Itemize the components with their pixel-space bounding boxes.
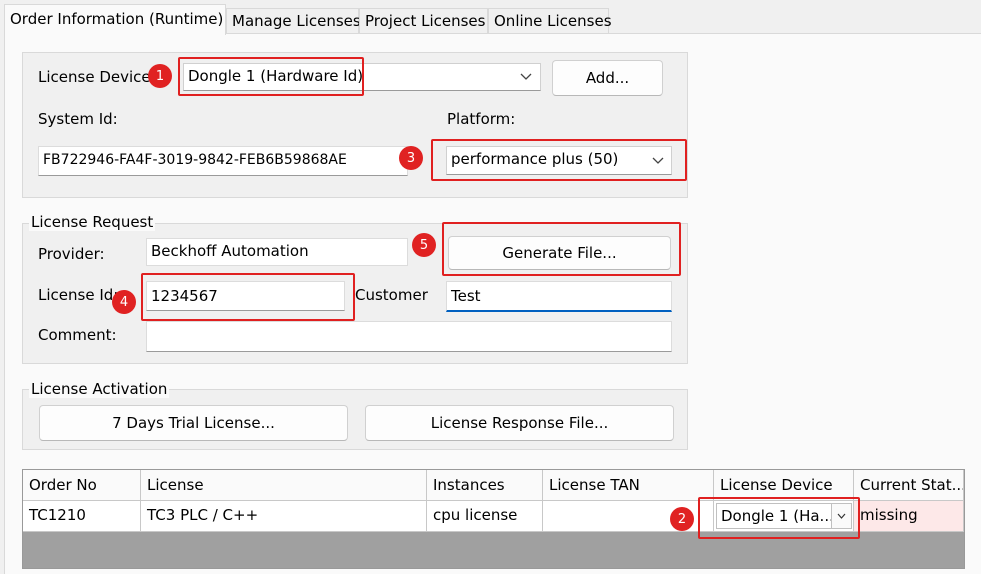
comment-label: Comment:	[38, 326, 117, 344]
step-badge-3: 3	[399, 146, 423, 170]
tab-online-licenses[interactable]: Online Licenses	[488, 8, 612, 34]
column-header-license-tan[interactable]: License TAN	[543, 470, 714, 501]
trial-license-button[interactable]: 7 Days Trial License...	[39, 405, 348, 441]
highlight-box-5	[442, 222, 681, 276]
customer-field[interactable]: Test	[446, 281, 672, 312]
column-header-current-status[interactable]: Current Stat...	[854, 470, 964, 501]
step-badge-1: 1	[148, 64, 172, 88]
step-badge-4: 4	[112, 290, 136, 314]
license-response-file-button[interactable]: License Response File...	[365, 405, 674, 441]
highlight-box-4	[141, 273, 355, 321]
table-cell-license[interactable]: TC3 PLC / C++	[141, 501, 427, 532]
tab-bar: Order Information (Runtime) Manage Licen…	[0, 0, 981, 35]
system-id-label: System Id:	[38, 110, 118, 128]
platform-label: Platform:	[447, 110, 516, 128]
customer-label: Customer	[355, 286, 428, 304]
license-activation-title: License Activation	[29, 380, 170, 398]
highlight-box-2	[698, 497, 860, 539]
table-cell-current-status[interactable]: missing	[854, 501, 964, 532]
license-request-title: License Request	[29, 213, 156, 231]
add-button[interactable]: Add...	[552, 60, 663, 96]
tab-order-information[interactable]: Order Information (Runtime)	[4, 4, 226, 35]
column-header-license[interactable]: License	[141, 470, 427, 501]
comment-field[interactable]	[146, 321, 672, 352]
column-header-instances[interactable]: Instances	[427, 470, 543, 501]
step-badge-5: 5	[412, 233, 436, 257]
highlight-box-1	[178, 57, 364, 96]
step-badge-2: 2	[670, 507, 694, 531]
column-header-order-no[interactable]: Order No	[23, 470, 141, 501]
tab-project-licenses[interactable]: Project Licenses	[359, 8, 488, 34]
license-device-label: License Device	[38, 68, 151, 86]
table-cell-instances[interactable]: cpu license	[427, 501, 543, 532]
license-id-label: License Id:	[38, 286, 119, 304]
provider-field[interactable]: Beckhoff Automation	[146, 238, 408, 266]
table-cell-order-no[interactable]: TC1210	[23, 501, 141, 532]
provider-label: Provider:	[38, 245, 105, 263]
chevron-down-icon	[516, 64, 536, 90]
system-id-field[interactable]: FB722946-FA4F-3019-9842-FEB6B59868AE	[38, 146, 408, 176]
highlight-box-3	[431, 139, 687, 181]
tab-manage-licenses[interactable]: Manage Licenses	[226, 8, 361, 34]
